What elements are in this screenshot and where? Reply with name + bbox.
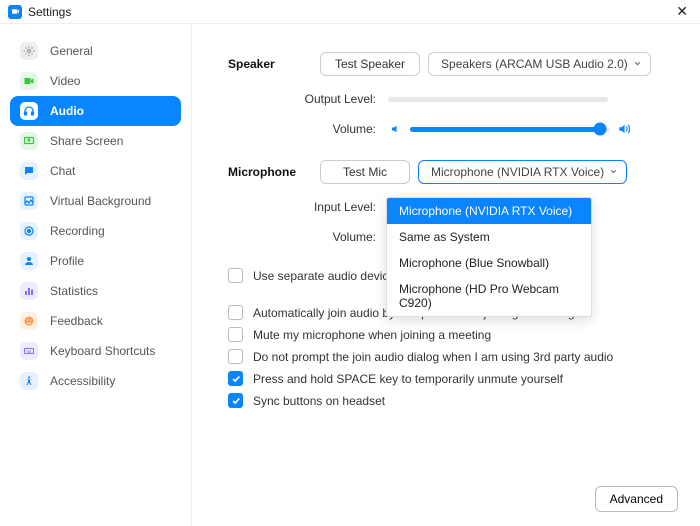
volume-high-icon: [616, 122, 632, 136]
checkbox-label: Do not prompt the join audio dialog when…: [253, 350, 613, 364]
microphone-dropdown-menu: Microphone (NVIDIA RTX Voice) Same as Sy…: [386, 197, 592, 317]
feedback-icon: [20, 312, 38, 330]
checkbox-space-unmute[interactable]: [228, 371, 243, 386]
speaker-heading: Speaker: [228, 57, 320, 71]
checkbox-label: Mute my microphone when joining a meetin…: [253, 328, 491, 342]
sidebar-item-profile[interactable]: Profile: [10, 246, 181, 276]
sidebar-item-label: Share Screen: [50, 134, 123, 148]
microphone-heading: Microphone: [228, 165, 320, 179]
sidebar-item-label: Recording: [50, 224, 105, 238]
sidebar-item-video[interactable]: Video: [10, 66, 181, 96]
sidebar-item-keyboard-shortcuts[interactable]: Keyboard Shortcuts: [10, 336, 181, 366]
sidebar-item-label: Virtual Background: [50, 194, 151, 208]
record-icon: [20, 222, 38, 240]
sidebar-item-general[interactable]: General: [10, 36, 181, 66]
speaker-volume-label: Volume:: [228, 122, 388, 136]
checkbox-auto-join-audio[interactable]: [228, 305, 243, 320]
speaker-section: Speaker Test Speaker Speakers (ARCAM USB…: [228, 52, 664, 136]
checkbox-sync-headset[interactable]: [228, 393, 243, 408]
volume-low-icon: [388, 123, 404, 135]
dropdown-option[interactable]: Same as System: [387, 224, 591, 250]
sidebar-item-label: Feedback: [50, 314, 103, 328]
checkbox-mute-on-join[interactable]: [228, 327, 243, 342]
sidebar-item-label: General: [50, 44, 93, 58]
input-level-label: Input Level:: [228, 200, 388, 214]
sidebar-item-label: Profile: [50, 254, 84, 268]
close-icon[interactable]: ✕: [672, 3, 692, 20]
sidebar-item-label: Accessibility: [50, 374, 115, 388]
sidebar-item-label: Keyboard Shortcuts: [50, 344, 155, 358]
sidebar-item-label: Audio: [50, 104, 84, 118]
titlebar: Settings ✕: [0, 0, 700, 24]
sidebar-item-statistics[interactable]: Statistics: [10, 276, 181, 306]
speaker-device-dropdown[interactable]: Speakers (ARCAM USB Audio 2.0): [428, 52, 651, 76]
app-icon: [8, 5, 22, 19]
profile-icon: [20, 252, 38, 270]
headphones-icon: [20, 102, 38, 120]
test-speaker-button[interactable]: Test Speaker: [320, 52, 420, 76]
sidebar-item-chat[interactable]: Chat: [10, 156, 181, 186]
window-title: Settings: [28, 5, 71, 19]
chevron-down-icon: [609, 165, 618, 179]
checkbox-no-join-audio-prompt[interactable]: [228, 349, 243, 364]
dropdown-option[interactable]: Microphone (HD Pro Webcam C920): [387, 276, 591, 316]
sidebar-item-label: Chat: [50, 164, 75, 178]
gear-icon: [20, 42, 38, 60]
test-mic-button[interactable]: Test Mic: [320, 160, 410, 184]
dropdown-option[interactable]: Microphone (Blue Snowball): [387, 250, 591, 276]
checkbox-ringtone-device[interactable]: [228, 268, 243, 283]
checkbox-label: Press and hold SPACE key to temporarily …: [253, 372, 563, 386]
sidebar-item-virtual-background[interactable]: Virtual Background: [10, 186, 181, 216]
microphone-device-dropdown[interactable]: Microphone (NVIDIA RTX Voice): [418, 160, 627, 184]
sidebar-item-recording[interactable]: Recording: [10, 216, 181, 246]
speaker-device-value: Speakers (ARCAM USB Audio 2.0): [441, 57, 628, 71]
checkbox-label: Sync buttons on headset: [253, 394, 385, 408]
keyboard-icon: [20, 342, 38, 360]
sidebar-item-accessibility[interactable]: Accessibility: [10, 366, 181, 396]
output-level-label: Output Level:: [228, 92, 388, 106]
background-icon: [20, 192, 38, 210]
stats-icon: [20, 282, 38, 300]
share-icon: [20, 132, 38, 150]
video-icon: [20, 72, 38, 90]
sidebar-item-share-screen[interactable]: Share Screen: [10, 126, 181, 156]
main-content: Speaker Test Speaker Speakers (ARCAM USB…: [192, 24, 700, 526]
sidebar-item-audio[interactable]: Audio: [10, 96, 181, 126]
dropdown-option[interactable]: Microphone (NVIDIA RTX Voice): [387, 198, 591, 224]
sidebar-item-feedback[interactable]: Feedback: [10, 306, 181, 336]
microphone-device-value: Microphone (NVIDIA RTX Voice): [431, 165, 604, 179]
chat-icon: [20, 162, 38, 180]
advanced-button[interactable]: Advanced: [595, 486, 678, 512]
microphone-volume-label: Volume:: [228, 230, 388, 244]
output-level-meter: [388, 97, 608, 102]
sidebar-item-label: Statistics: [50, 284, 98, 298]
chevron-down-icon: [633, 57, 642, 71]
sidebar: General Video Audio Share Screen Chat: [0, 24, 192, 526]
speaker-volume-slider[interactable]: [410, 127, 610, 132]
sidebar-item-label: Video: [50, 74, 80, 88]
accessibility-icon: [20, 372, 38, 390]
